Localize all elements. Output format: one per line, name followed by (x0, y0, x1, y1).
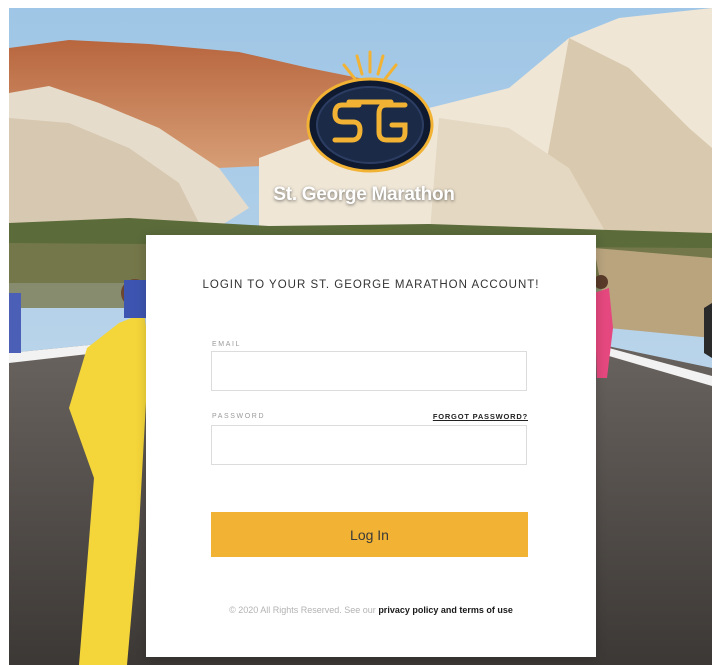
email-label: EMAIL (212, 341, 242, 348)
footer-legal: © 2020 All Rights Reserved. See our priv… (146, 605, 596, 615)
brand-logo: St. George Marathon (9, 8, 712, 238)
login-title: LOGIN TO YOUR ST. GEORGE MARATHON ACCOUN… (202, 279, 540, 291)
login-card: LOGIN TO YOUR ST. GEORGE MARATHON ACCOUN… (146, 235, 596, 657)
terms-of-use-link[interactable]: terms of use (459, 605, 513, 615)
forgot-password-link[interactable]: FORGOT PASSWORD? (422, 412, 528, 421)
login-button[interactable]: Log In (211, 512, 528, 557)
email-field[interactable] (211, 351, 527, 391)
password-label: PASSWORD (212, 413, 266, 420)
password-field[interactable] (211, 425, 527, 465)
privacy-policy-link[interactable]: privacy policy (378, 605, 438, 615)
brand-name: St. George Marathon (273, 184, 455, 205)
and-text: and (440, 605, 457, 615)
copyright-text: © 2020 All Rights Reserved. See our (229, 605, 376, 615)
page-frame: St. George Marathon LOGIN TO YOUR ST. GE… (9, 8, 712, 665)
